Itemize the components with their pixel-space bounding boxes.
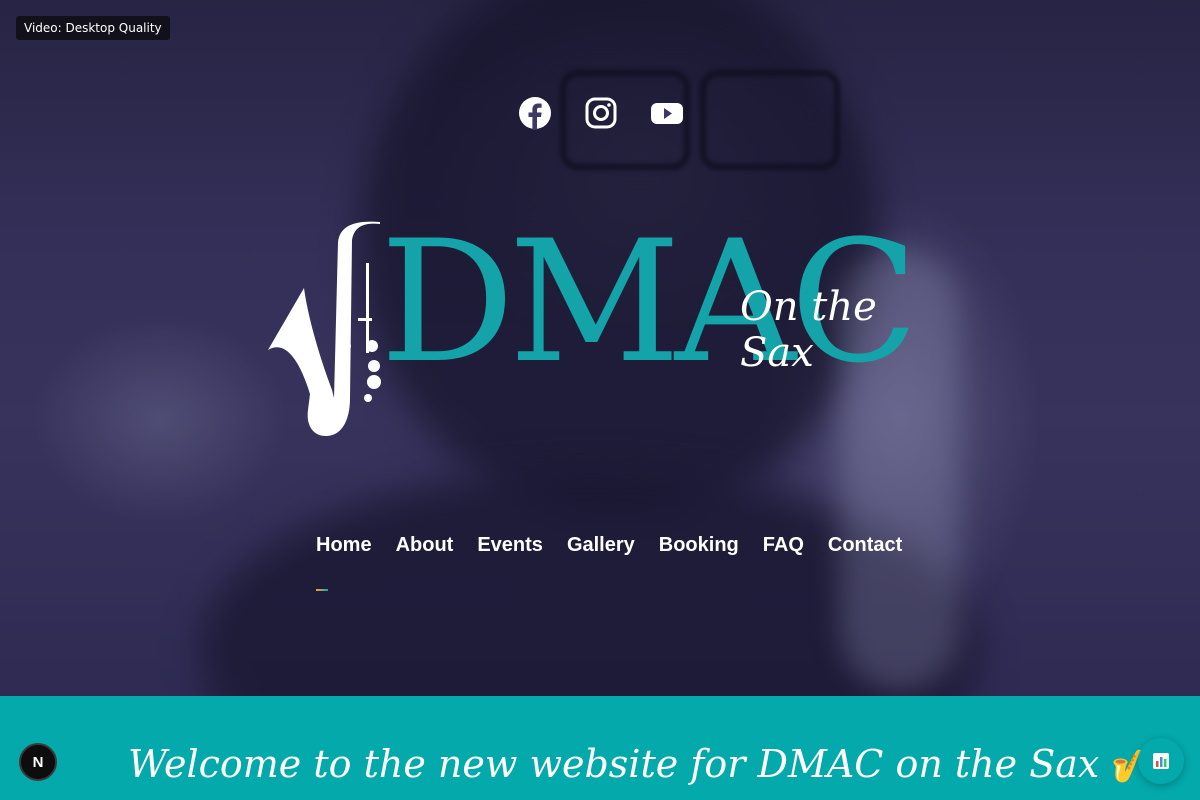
chart-icon bbox=[1153, 753, 1169, 769]
welcome-text: Welcome to the new website for DMAC on t… bbox=[128, 742, 1100, 786]
site-logo[interactable]: DMAC On the Sax bbox=[262, 218, 942, 443]
saxophone-logo-icon bbox=[268, 221, 381, 436]
nav-contact[interactable]: Contact bbox=[828, 534, 902, 557]
social-links bbox=[518, 96, 684, 130]
logo-tagline: On the Sax bbox=[740, 284, 877, 376]
youtube-icon bbox=[651, 103, 683, 124]
welcome-banner: Welcome to the new website for DMAC on t… bbox=[0, 696, 1200, 800]
facebook-icon bbox=[519, 97, 551, 130]
facebook-link[interactable] bbox=[518, 96, 552, 130]
instagram-link[interactable] bbox=[584, 96, 618, 130]
main-navigation: Home About Events Gallery Booking FAQ Co… bbox=[316, 534, 902, 557]
hero-video: Video: Desktop Quality DMAC On the Sax H… bbox=[0, 0, 1200, 696]
nav-active-indicator bbox=[316, 589, 328, 591]
welcome-heading: Welcome to the new website for DMAC on t… bbox=[128, 742, 1151, 786]
video-quality-badge: Video: Desktop Quality bbox=[16, 16, 170, 40]
instagram-icon bbox=[585, 97, 617, 129]
nav-events[interactable]: Events bbox=[477, 534, 543, 557]
floating-chart-button[interactable] bbox=[1138, 738, 1184, 784]
nav-gallery[interactable]: Gallery bbox=[567, 534, 635, 557]
nav-about[interactable]: About bbox=[396, 534, 454, 557]
nav-home[interactable]: Home bbox=[316, 534, 372, 557]
floating-n-button[interactable]: N bbox=[19, 743, 57, 781]
nav-booking[interactable]: Booking bbox=[659, 534, 739, 557]
youtube-link[interactable] bbox=[650, 96, 684, 130]
nav-faq[interactable]: FAQ bbox=[763, 534, 804, 557]
